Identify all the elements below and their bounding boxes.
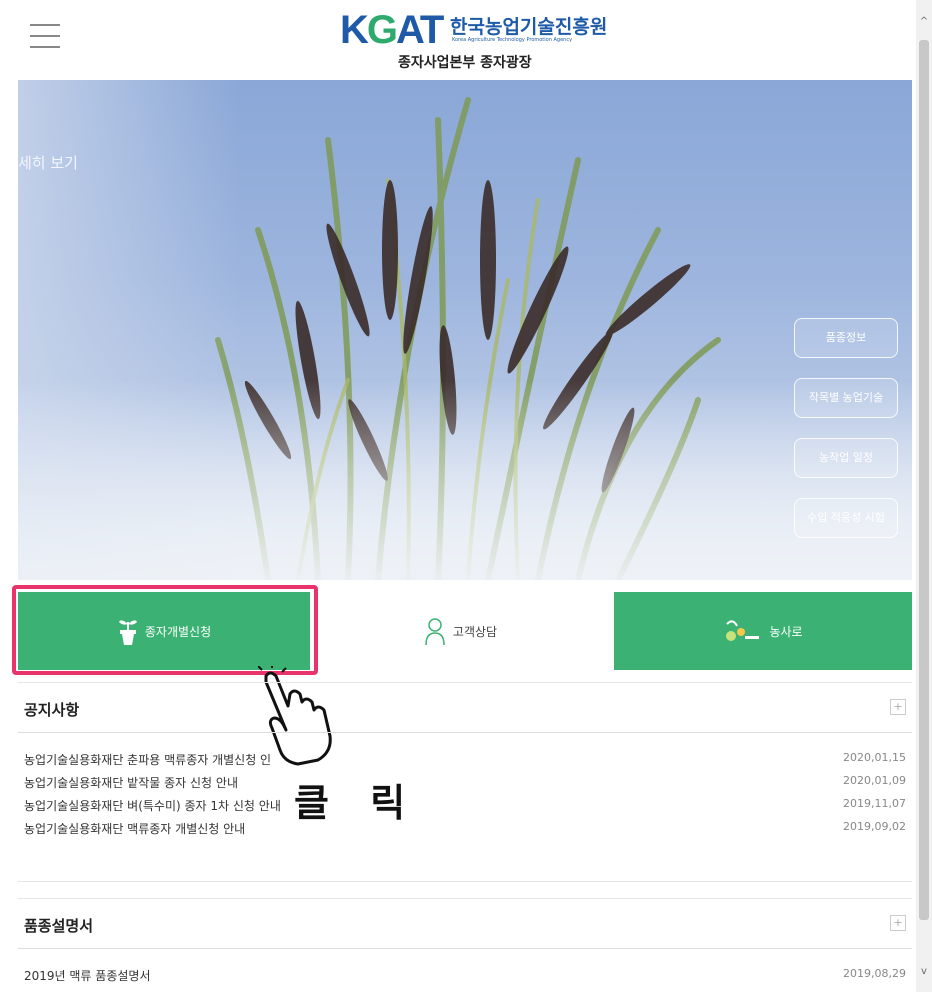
logo-mark: KGAT — [340, 8, 444, 52]
notice-title[interactable]: 농업기술실용화재단 밭작물 종자 신청 안내 — [24, 774, 238, 791]
customer-consult-label: 고객상담 — [452, 624, 498, 639]
notice-more-button[interactable]: + — [890, 699, 906, 715]
menu-icon[interactable] — [30, 24, 60, 50]
variety-board-header: 품종설명서 + — [18, 899, 912, 949]
scroll-up-arrow-icon[interactable]: ^ — [916, 14, 932, 30]
variety-info-button[interactable]: 품종정보 — [794, 318, 898, 358]
variety-date: 2019,08,29 — [843, 967, 906, 980]
notice-date: 2020,01,09 — [843, 774, 906, 787]
seedling-pot-icon — [118, 620, 137, 645]
seed-application-button[interactable]: 종자개별신청 — [18, 592, 310, 670]
notice-row[interactable]: 농업기술실용화재단 맥류종자 개별신청 안내 2019,09,02 — [18, 816, 912, 839]
customer-service-icon — [425, 618, 445, 646]
nongsaro-label: 농사로 — [769, 624, 803, 639]
notice-title[interactable]: 농업기술실용화재단 춘파용 맥류종자 개별신청 인 — [24, 751, 271, 768]
rice-plant-image — [18, 80, 912, 580]
notice-board-title: 공지사항 — [24, 701, 80, 719]
org-name-en: Korea Agriculture Technology Promotion A… — [452, 37, 573, 43]
notice-date: 2020,01,15 — [843, 751, 906, 764]
page-scrollbar[interactable]: ^ v — [916, 0, 932, 992]
site-subtitle: 종자사업본부 종자광장 — [398, 55, 532, 71]
org-name: 한국농업기술진흥원 — [450, 16, 608, 38]
customer-consult-button[interactable]: 고객상담 — [310, 592, 610, 670]
hero-button-group: 품종정보 작목별 농업기술 농작업 일정 수입 적응성 시험 — [794, 318, 898, 558]
notice-row[interactable]: 농업기술실용화재단 밭작물 종자 신청 안내 2020,01,09 — [18, 770, 912, 793]
scroll-down-arrow-icon[interactable]: v — [916, 964, 932, 980]
notice-row[interactable]: 농업기술실용화재단 춘파용 맥류종자 개별신청 인 2020,01,15 — [18, 747, 912, 770]
import-adaptability-button[interactable]: 수입 적응성 시험 — [794, 498, 898, 538]
farm-schedule-button[interactable]: 농작업 일정 — [794, 438, 898, 478]
site-header: KGAT 한국농업기술진흥원 Korea Agriculture Technol… — [0, 0, 916, 82]
variety-manual-board: 품종설명서 + 2019년 맥류 품종설명서 2019,08,29 — [18, 898, 912, 992]
crop-technology-button[interactable]: 작목별 농업기술 — [794, 378, 898, 418]
notice-board: 공지사항 + 농업기술실용화재단 춘파용 맥류종자 개별신청 인 2020,01… — [18, 682, 912, 882]
variety-more-button[interactable]: + — [890, 915, 906, 931]
nongsaro-logo-icon — [726, 620, 760, 641]
notice-date: 2019,11,07 — [843, 797, 906, 810]
variety-title[interactable]: 2019년 맥류 품종설명서 — [24, 967, 151, 984]
notice-title[interactable]: 농업기술실용화재단 벼(특수미) 종자 1차 신청 안내 — [24, 797, 281, 814]
notice-board-header: 공지사항 + — [18, 683, 912, 733]
site-logo[interactable]: KGAT 한국농업기술진흥원 Korea Agriculture Technol… — [340, 8, 620, 72]
variety-board-title: 품종설명서 — [24, 917, 94, 935]
scroll-thumb[interactable] — [919, 40, 929, 920]
nongsaro-link-button[interactable]: 농사로 — [614, 592, 912, 670]
quick-menu: 종자개별신청 고객상담 농사로 — [18, 592, 912, 670]
hero-side-link[interactable]: 세히 보기 — [18, 152, 78, 173]
notice-row[interactable]: 농업기술실용화재단 벼(특수미) 종자 1차 신청 안내 2019,11,07 — [18, 793, 912, 816]
hero-banner: 세히 보기 품종정보 작목별 농업기술 농작업 일정 수입 적응성 시험 — [18, 80, 912, 580]
variety-row[interactable]: 2019년 맥류 품종설명서 2019,08,29 — [18, 963, 912, 986]
notice-date: 2019,09,02 — [843, 820, 906, 833]
seed-application-label: 종자개별신청 — [144, 624, 212, 639]
notice-title[interactable]: 농업기술실용화재단 맥류종자 개별신청 안내 — [24, 820, 245, 837]
